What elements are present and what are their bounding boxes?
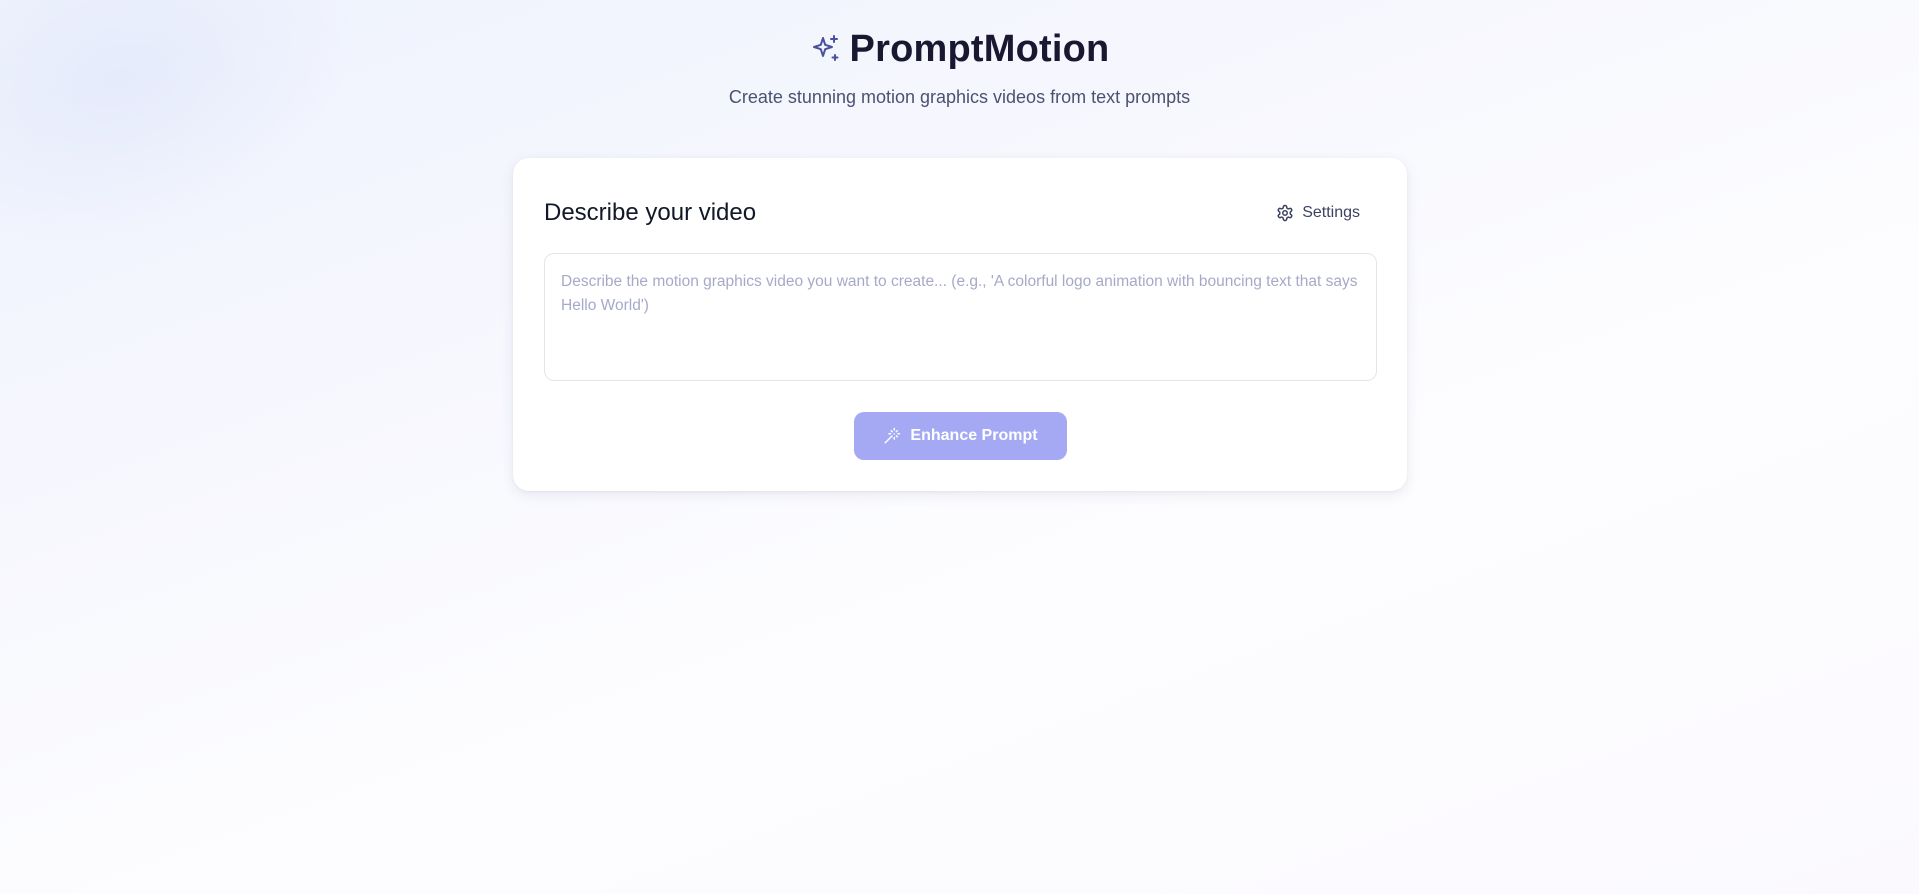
magic-wand-icon	[883, 427, 901, 445]
sparkles-icon	[810, 33, 842, 65]
app-title: PromptMotion	[849, 28, 1110, 70]
settings-label: Settings	[1302, 204, 1360, 221]
enhance-prompt-button[interactable]: Enhance Prompt	[854, 412, 1067, 460]
title-row: PromptMotion	[810, 26, 1110, 72]
enhance-prompt-label: Enhance Prompt	[910, 427, 1038, 444]
page-header: PromptMotion Create stunning motion grap…	[0, 26, 1919, 108]
app-subtitle: Create stunning motion graphics videos f…	[728, 87, 1191, 107]
prompt-card: Describe your video Settings Describe th…	[513, 158, 1407, 491]
gear-icon	[1276, 204, 1294, 222]
card-header: Describe your video Settings	[544, 196, 1376, 230]
prompt-input[interactable]	[544, 253, 1377, 381]
card-title: Describe your video	[544, 199, 757, 226]
settings-button[interactable]: Settings	[1260, 198, 1376, 228]
